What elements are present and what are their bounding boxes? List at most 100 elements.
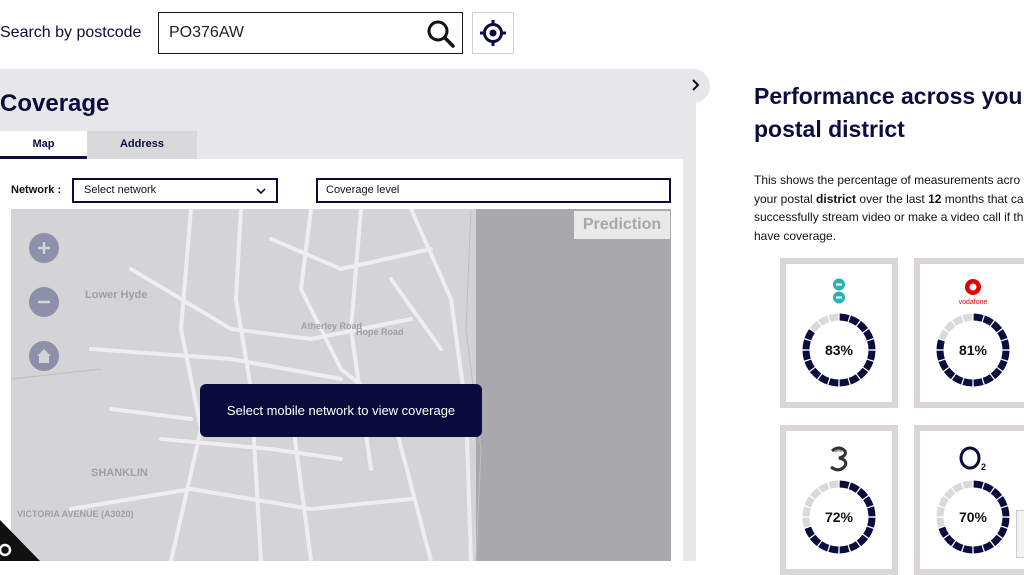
- operator-card-three: 72%: [780, 425, 898, 575]
- search-button[interactable]: [426, 19, 456, 49]
- performance-description: This shows the percentage of measurement…: [754, 171, 1024, 245]
- ring-segment: [952, 374, 964, 385]
- crosshair-location-icon: [480, 20, 506, 46]
- ring-segment: [839, 378, 850, 387]
- ring-segment: [938, 526, 949, 538]
- map-label-victoria-avenue: VICTORIA AVENUE (A3020): [17, 509, 134, 519]
- ring-segment: [863, 526, 874, 538]
- ring-segment: [952, 315, 964, 326]
- ring-segment: [848, 374, 860, 385]
- ee-logo: [786, 278, 892, 310]
- coverage-title: Coverage: [0, 90, 110, 117]
- ring-segment: [962, 313, 973, 322]
- ring-segment: [938, 496, 949, 508]
- ring-segment: [818, 482, 830, 493]
- ring-segment: [982, 541, 994, 552]
- ring-segment: [982, 482, 994, 493]
- coverage-level-field[interactable]: Coverage level: [316, 178, 671, 203]
- search-label: Search by postcode: [0, 24, 142, 41]
- ring-segment: [943, 487, 956, 500]
- network-select-value: Select network: [84, 184, 157, 196]
- chevron-right-icon: [692, 79, 700, 91]
- ring-segment: [962, 480, 973, 489]
- postcode-search-box[interactable]: [158, 12, 463, 54]
- map-label-hope-road: Hope Road: [356, 327, 404, 337]
- zoom-in-button[interactable]: [29, 233, 59, 263]
- o2-logo: 2: [920, 445, 1024, 477]
- ring-segment: [863, 359, 874, 371]
- ring-segment: [809, 534, 822, 547]
- chevron-down-icon: [256, 188, 266, 195]
- operator-card-o2: 2 70%: [914, 425, 1024, 575]
- three-percentage: 72%: [824, 509, 854, 525]
- ring-segment: [856, 487, 869, 500]
- search-icon: [427, 20, 455, 48]
- minus-icon: [38, 300, 50, 304]
- vodafone-percentage: 81%: [958, 342, 988, 358]
- description-line: have coverage.: [754, 228, 837, 243]
- zoom-out-button[interactable]: [29, 287, 59, 317]
- ring-segment: [863, 496, 874, 508]
- description-line: This shows the percentage of measurement…: [754, 173, 1021, 187]
- vodafone-logo-icon: vodafone: [959, 279, 988, 306]
- cookie-settings-button[interactable]: [0, 540, 16, 563]
- ring-segment: [804, 329, 815, 341]
- ee-logo-icon: [833, 278, 845, 304]
- ring-segment: [828, 313, 839, 322]
- ring-segment: [990, 320, 1003, 333]
- ring-segment: [990, 534, 1003, 547]
- ring-segment: [990, 487, 1003, 500]
- performance-title-line-2: postal district: [754, 116, 905, 142]
- three-logo-icon: [830, 446, 848, 472]
- ring-segment: [804, 496, 815, 508]
- use-my-location-button[interactable]: [472, 12, 514, 54]
- map-label-shanklin: SHANKLIN: [91, 467, 148, 479]
- ring-segment: [856, 320, 869, 333]
- operator-card-ee: 83%: [780, 258, 898, 408]
- svg-text:2: 2: [981, 462, 986, 472]
- ring-segment: [848, 541, 860, 552]
- ring-segment: [962, 545, 973, 554]
- plus-icon: [38, 242, 50, 254]
- ring-segment: [982, 315, 994, 326]
- ring-segment: [973, 545, 984, 554]
- o2-logo-icon: 2: [959, 446, 986, 472]
- operator-card-vodafone: vodafone 81%: [914, 258, 1024, 408]
- ring-segment: [818, 374, 830, 385]
- network-label: Network :: [11, 184, 62, 196]
- ee-percentage: 83%: [824, 342, 854, 358]
- ring-segment: [856, 367, 869, 380]
- ring-segment: [997, 496, 1008, 508]
- collapse-panel-button[interactable]: [687, 75, 705, 95]
- ring-segment: [839, 545, 850, 554]
- cookie-gear-icon: [0, 543, 12, 557]
- ring-segment: [839, 480, 850, 489]
- ring-segment: [818, 541, 830, 552]
- network-select[interactable]: Select network: [72, 178, 278, 203]
- tab-map[interactable]: Map: [0, 131, 87, 159]
- recaptcha-badge[interactable]: [1016, 510, 1024, 558]
- ring-segment: [973, 313, 984, 322]
- ring-segment: [809, 320, 822, 333]
- vodafone-wordmark: vodafone: [959, 299, 988, 306]
- ring-segment: [943, 367, 956, 380]
- tab-address[interactable]: Address: [87, 131, 197, 159]
- ring-segment: [943, 534, 956, 547]
- three-logo: [786, 445, 892, 477]
- ring-segment: [804, 526, 815, 538]
- postcode-input[interactable]: [159, 13, 419, 53]
- select-network-toast: Select mobile network to view coverage: [200, 384, 482, 437]
- ring-segment: [997, 526, 1008, 538]
- ring-segment: [982, 374, 994, 385]
- ring-segment: [848, 315, 860, 326]
- o2-percentage: 70%: [958, 509, 988, 525]
- ring-segment: [943, 320, 956, 333]
- prediction-badge: Prediction: [574, 211, 670, 239]
- map-home-button[interactable]: [29, 341, 59, 371]
- performance-title: Performance across you postal district: [754, 80, 1024, 146]
- ring-segment: [828, 480, 839, 489]
- ring-segment: [804, 359, 815, 371]
- ring-segment: [938, 359, 949, 371]
- ring-segment: [990, 367, 1003, 380]
- ring-segment: [809, 487, 822, 500]
